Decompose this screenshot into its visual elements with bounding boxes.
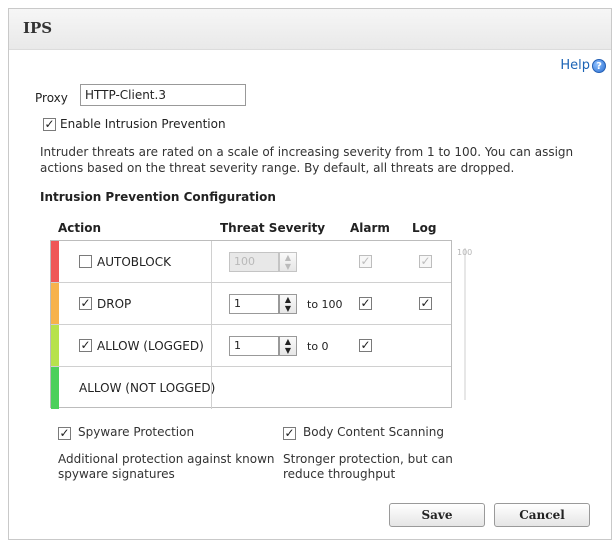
- severity-value[interactable]: 1: [229, 294, 279, 314]
- table-row-allow-not-logged: ALLOW (NOT LOGGED): [51, 367, 451, 409]
- row-label: ALLOW (LOGGED): [97, 339, 204, 353]
- drop-log-checkbox[interactable]: ✓: [419, 297, 432, 310]
- autoblock-log-checkbox: ✓: [419, 254, 432, 268]
- table-row-drop: ✓ DROP 1 ▲ ▼ to 100 ✓ ✓: [51, 283, 451, 325]
- table-row-autoblock: AUTOBLOCK 100 ▲ ▼ ✓ ✓: [51, 241, 451, 283]
- column-alarm: Alarm: [350, 221, 390, 235]
- proxy-field[interactable]: [80, 84, 246, 106]
- row-label: AUTOBLOCK: [97, 255, 171, 269]
- spyware-label: Spyware Protection: [78, 425, 195, 439]
- body-scan-label: Body Content Scanning: [303, 425, 444, 439]
- allow-logged-checkbox[interactable]: ✓: [79, 339, 92, 352]
- column-log: Log: [412, 221, 437, 235]
- spyware-description: Additional protection against known spyw…: [58, 452, 275, 481]
- autoblock-checkbox[interactable]: [79, 255, 92, 268]
- autoblock-alarm-checkbox: ✓: [359, 254, 372, 268]
- proxy-label: Proxy: [35, 91, 68, 105]
- severity-value: 100: [229, 252, 279, 272]
- help-circle-icon[interactable]: ?: [592, 59, 606, 73]
- body-scan-checkbox[interactable]: ✓: [283, 427, 296, 440]
- range-to-label: to 100: [307, 298, 343, 311]
- row-label: DROP: [97, 297, 132, 311]
- body-scan-description: Stronger protection, but can reduce thro…: [283, 452, 453, 481]
- section-heading: Intrusion Prevention Configuration: [40, 190, 276, 204]
- severity-stripe: [51, 283, 59, 324]
- enable-ips-checkbox[interactable]: ✓: [43, 118, 56, 131]
- drop-checkbox[interactable]: ✓: [79, 297, 92, 310]
- save-button[interactable]: Save: [389, 503, 485, 527]
- severity-value[interactable]: 1: [229, 336, 279, 356]
- dialog-title: IPS: [23, 19, 53, 37]
- spin-arrows-icon: ▲ ▼: [279, 252, 297, 272]
- autoblock-severity-stepper: 100 ▲ ▼: [229, 252, 299, 272]
- severity-slider[interactable]: [464, 248, 466, 400]
- spyware-checkbox[interactable]: ✓: [58, 427, 71, 440]
- drop-severity-stepper[interactable]: 1 ▲ ▼: [229, 294, 299, 314]
- spin-arrows-icon[interactable]: ▲ ▼: [279, 294, 297, 314]
- ips-config-table: AUTOBLOCK 100 ▲ ▼ ✓ ✓ ✓ DROP 1 ▲ ▼ to 100 …: [50, 240, 452, 409]
- table-row-allow-logged: ✓ ALLOW (LOGGED) 1 ▲ ▼ to 0 ✓: [51, 325, 451, 367]
- help-link[interactable]: Help: [560, 58, 590, 73]
- severity-stripe: [51, 325, 59, 366]
- cancel-button[interactable]: Cancel: [494, 503, 590, 527]
- allow-logged-alarm-checkbox[interactable]: ✓: [359, 339, 372, 352]
- dialog-titlebar: IPS: [9, 9, 611, 50]
- allow-logged-severity-stepper[interactable]: 1 ▲ ▼: [229, 336, 299, 356]
- column-action: Action: [58, 221, 102, 235]
- severity-stripe: [51, 241, 59, 282]
- slider-max-label: 100: [457, 248, 473, 257]
- range-to-label: to 0: [307, 340, 329, 353]
- column-threat-severity: Threat Severity: [220, 221, 326, 235]
- row-label: ALLOW (NOT LOGGED): [79, 381, 216, 395]
- drop-alarm-checkbox[interactable]: ✓: [359, 297, 372, 310]
- ips-description: Intruder threats are rated on a scale of…: [40, 145, 574, 175]
- spin-arrows-icon[interactable]: ▲ ▼: [279, 336, 297, 356]
- severity-stripe: [51, 367, 59, 409]
- enable-ips-label: Enable Intrusion Prevention: [60, 117, 226, 131]
